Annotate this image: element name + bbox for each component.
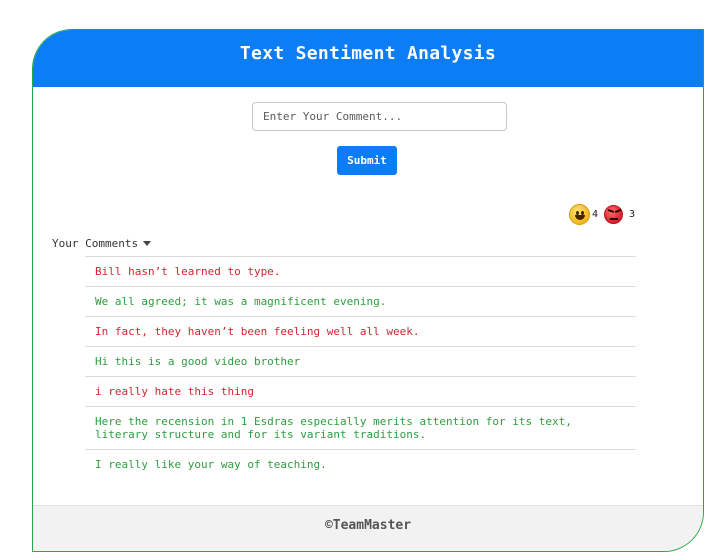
comment-item: We all agreed; it was a magnificent even…: [85, 286, 636, 316]
comment-item: i really hate this thing: [85, 376, 636, 406]
comment-item: I really like your way of teaching.: [85, 449, 636, 479]
grinning-face-icon: [569, 204, 590, 225]
caret-down-icon: [143, 241, 152, 246]
comment-item: Bill hasn’t learned to type.: [85, 256, 636, 286]
comment-item: In fact, they haven’t been feeling well …: [85, 316, 636, 346]
footer: ©TeamMaster: [33, 505, 703, 551]
comments-list: Bill hasn’t learned to type. We all agre…: [85, 256, 636, 479]
comment-input-wrapper: [252, 102, 507, 131]
negative-count: 3: [629, 209, 636, 220]
comments-header-label: Your Comments: [52, 237, 139, 250]
comments-toggle[interactable]: Your Comments: [52, 237, 152, 250]
angry-face-icon: [604, 205, 624, 224]
positive-count: 4: [592, 209, 599, 220]
comment-input[interactable]: [252, 102, 507, 131]
submit-button[interactable]: Submit: [337, 146, 397, 175]
app-card: Text Sentiment Analysis Submit 4 3 Your …: [32, 29, 704, 552]
comment-item: Here the recension in 1 Esdras especiall…: [85, 406, 636, 449]
sentiment-stats: 4 3: [569, 204, 641, 225]
page-title: Text Sentiment Analysis: [33, 30, 703, 87]
comment-item: Hi this is a good video brother: [85, 346, 636, 376]
